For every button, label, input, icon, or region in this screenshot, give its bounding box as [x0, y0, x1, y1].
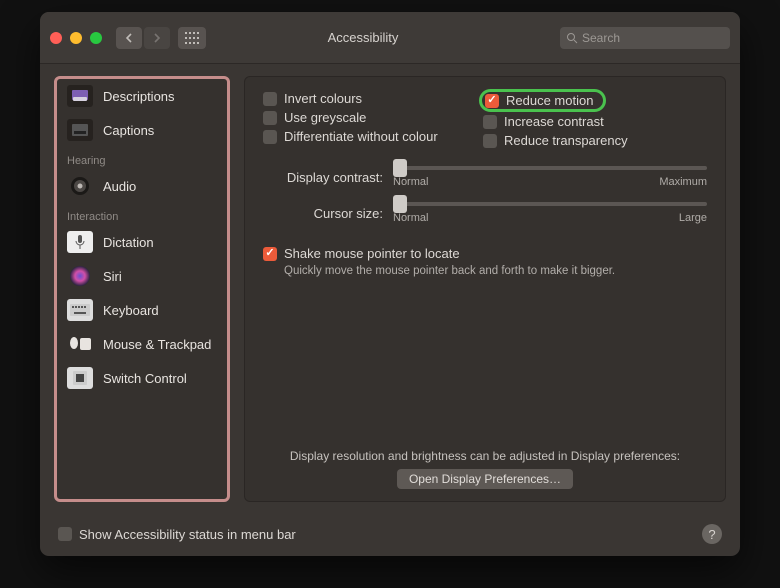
sidebar-section-hearing: Hearing	[57, 147, 227, 169]
sidebar-item-dictation[interactable]: Dictation	[57, 225, 227, 259]
sidebar-item-captions[interactable]: Captions	[57, 113, 227, 147]
sidebar-item-label: Audio	[103, 179, 136, 194]
sidebar-item-siri[interactable]: Siri	[57, 259, 227, 293]
slider-max-label: Large	[679, 212, 707, 224]
slider-min-label: Normal	[393, 176, 428, 188]
titlebar: Accessibility	[40, 12, 740, 64]
reduce-transparency-checkbox[interactable]: Reduce transparency	[483, 133, 707, 148]
window-controls	[50, 32, 102, 44]
sidebar-scroll[interactable]: Descriptions Captions Hearing Audio Inte…	[57, 79, 227, 499]
checkbox-icon	[483, 115, 497, 129]
sidebar-item-mouse-trackpad[interactable]: Mouse & Trackpad	[57, 327, 227, 361]
sidebar-item-label: Switch Control	[103, 371, 187, 386]
shake-pointer-description: Quickly move the mouse pointer back and …	[284, 265, 707, 277]
help-button[interactable]: ?	[702, 524, 722, 544]
checkbox-label: Shake mouse pointer to locate	[284, 246, 460, 261]
keyboard-icon	[67, 299, 93, 321]
slider-thumb-icon	[393, 195, 407, 213]
chevron-left-icon	[125, 33, 133, 43]
sidebar-item-keyboard[interactable]: Keyboard	[57, 293, 227, 327]
forward-button[interactable]	[144, 27, 170, 49]
zoom-window-button[interactable]	[90, 32, 102, 44]
sidebar-item-descriptions[interactable]: Descriptions	[57, 79, 227, 113]
show-all-button[interactable]	[178, 27, 206, 49]
cursor-size-slider[interactable]: Normal Large	[393, 202, 707, 224]
show-accessibility-status-checkbox[interactable]: Show Accessibility status in menu bar	[58, 527, 296, 542]
category-sidebar: Descriptions Captions Hearing Audio Inte…	[54, 76, 230, 502]
nav-buttons	[116, 27, 170, 49]
slider-min-label: Normal	[393, 212, 428, 224]
help-icon: ?	[708, 527, 715, 542]
checkbox-icon	[263, 247, 277, 261]
display-checkbox-grid: Invert colours Use greyscale Differentia…	[263, 91, 707, 152]
sidebar-item-label: Descriptions	[103, 89, 175, 104]
sidebar-item-label: Siri	[103, 269, 122, 284]
checkbox-label: Reduce transparency	[504, 133, 628, 148]
display-prefs-note: Display resolution and brightness can be…	[245, 449, 725, 489]
checkbox-icon	[263, 92, 277, 106]
display-settings-panel: Invert colours Use greyscale Differentia…	[244, 76, 726, 502]
cursor-size-slider-block: Cursor size: Normal Large	[263, 202, 707, 224]
increase-contrast-checkbox[interactable]: Increase contrast	[483, 114, 707, 129]
slider-thumb-icon	[393, 159, 407, 177]
checkbox-icon	[263, 111, 277, 125]
checkbox-label: Differentiate without colour	[284, 129, 438, 144]
search-input[interactable]	[582, 31, 724, 45]
slider-max-label: Maximum	[659, 176, 707, 188]
search-field[interactable]	[560, 27, 730, 49]
sidebar-section-interaction: Interaction	[57, 203, 227, 225]
open-display-preferences-button[interactable]: Open Display Preferences…	[397, 469, 573, 489]
checkbox-label: Invert colours	[284, 91, 362, 106]
siri-icon	[67, 265, 93, 287]
window-title: Accessibility	[206, 30, 560, 45]
accessibility-preferences-window: Accessibility Descriptions Captions Hear…	[40, 12, 740, 556]
dictation-icon	[67, 231, 93, 253]
invert-colours-checkbox[interactable]: Invert colours	[263, 91, 463, 106]
shake-pointer-checkbox[interactable]: Shake mouse pointer to locate	[263, 246, 707, 261]
checkbox-label: Use greyscale	[284, 110, 366, 125]
sidebar-item-audio[interactable]: Audio	[57, 169, 227, 203]
checkbox-column-right: Reduce motion Increase contrast Reduce t…	[483, 91, 707, 152]
back-button[interactable]	[116, 27, 142, 49]
audio-icon	[67, 175, 93, 197]
search-icon	[566, 32, 578, 44]
content-area: Descriptions Captions Hearing Audio Inte…	[40, 64, 740, 512]
captions-icon	[67, 119, 93, 141]
sidebar-item-switch-control[interactable]: Switch Control	[57, 361, 227, 395]
sidebar-item-label: Dictation	[103, 235, 154, 250]
checkbox-icon	[263, 130, 277, 144]
descriptions-icon	[67, 85, 93, 107]
checkbox-column-left: Invert colours Use greyscale Differentia…	[263, 91, 463, 152]
grid-icon	[185, 32, 199, 44]
reduce-motion-highlight: Reduce motion	[479, 89, 606, 112]
display-contrast-slider[interactable]: Normal Maximum	[393, 166, 707, 188]
checkbox-icon	[483, 134, 497, 148]
close-window-button[interactable]	[50, 32, 62, 44]
sidebar-item-label: Mouse & Trackpad	[103, 337, 211, 352]
sidebar-item-label: Captions	[103, 123, 154, 138]
display-contrast-label: Display contrast:	[263, 170, 383, 185]
use-greyscale-checkbox[interactable]: Use greyscale	[263, 110, 463, 125]
checkbox-icon	[58, 527, 72, 541]
checkbox-icon	[485, 94, 499, 108]
footer: Show Accessibility status in menu bar ?	[40, 512, 740, 556]
checkbox-label: Reduce motion	[506, 93, 593, 108]
reduce-motion-row: Reduce motion	[483, 91, 707, 110]
switch-control-icon	[67, 367, 93, 389]
checkbox-label: Increase contrast	[504, 114, 604, 129]
mouse-icon	[67, 333, 93, 355]
display-prefs-text: Display resolution and brightness can be…	[245, 449, 725, 463]
cursor-size-label: Cursor size:	[263, 206, 383, 221]
shake-pointer-block: Shake mouse pointer to locate Quickly mo…	[263, 246, 707, 277]
display-contrast-slider-block: Display contrast: Normal Maximum	[263, 166, 707, 188]
chevron-right-icon	[153, 33, 161, 43]
differentiate-without-colour-checkbox[interactable]: Differentiate without colour	[263, 129, 463, 144]
minimize-window-button[interactable]	[70, 32, 82, 44]
sidebar-item-label: Keyboard	[103, 303, 159, 318]
checkbox-label: Show Accessibility status in menu bar	[79, 527, 296, 542]
